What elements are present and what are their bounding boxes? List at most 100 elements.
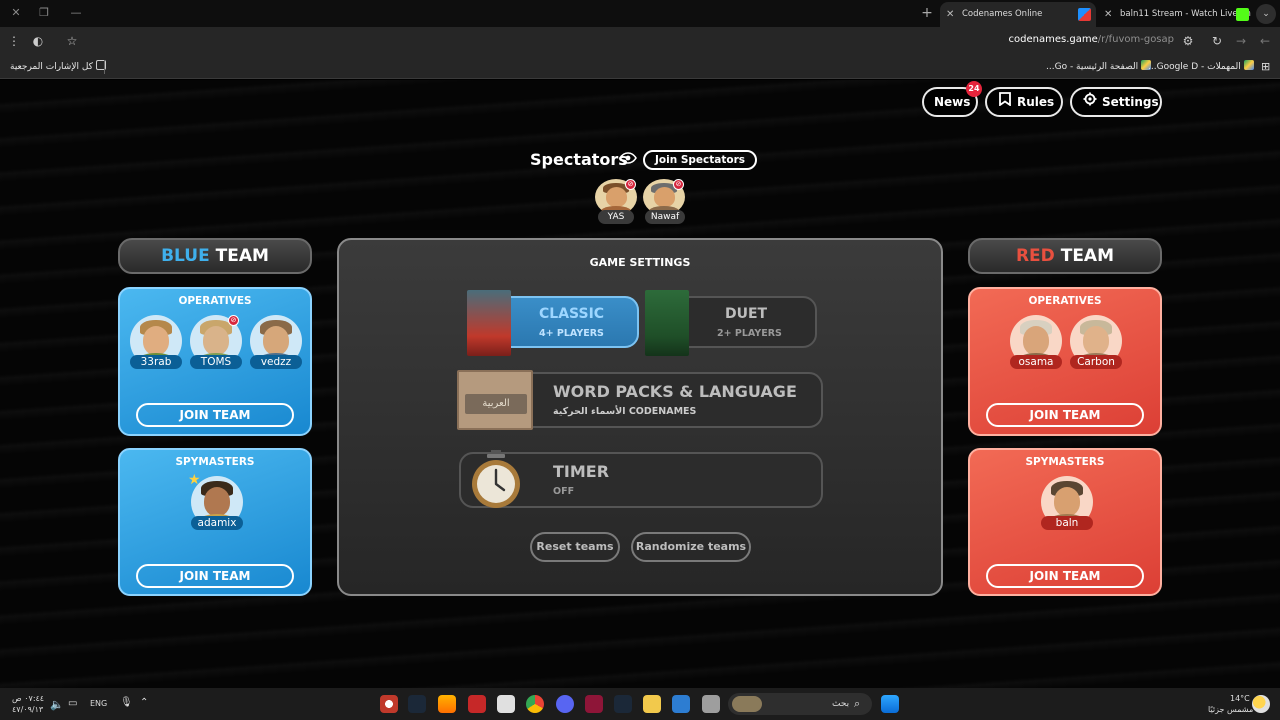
eye-icon	[619, 152, 637, 168]
spectator-name: Nawaf	[645, 210, 685, 224]
drive-icon	[1243, 60, 1254, 70]
reset-teams-button[interactable]: Reset teams	[530, 532, 620, 562]
app-icon[interactable]	[585, 695, 603, 713]
player-name: Carbon	[1070, 355, 1122, 369]
duet-mode-option[interactable]: DUET 2+ PLAYERS	[673, 296, 817, 348]
bookmark-icon	[997, 89, 1013, 115]
bookmark-home[interactable]: الصفحة الرئيسية - Go...	[1046, 60, 1152, 72]
tab-baln-stream[interactable]: ✕ baln11 Stream - Watch Live on	[1098, 2, 1252, 27]
game-settings-title: GAME SETTINGS	[589, 256, 691, 269]
operatives-title: OPERATIVES	[1028, 295, 1102, 307]
store-icon[interactable]	[672, 695, 690, 713]
spectators-title: Spectators	[530, 150, 628, 169]
player-name: adamix	[191, 516, 243, 530]
browser-tab-bar: ✕ ❐ — + ✕ Codenames Online ✕ baln11 Stre…	[0, 0, 1280, 27]
bookmark-star-icon[interactable]: ☆	[64, 33, 80, 49]
gear-icon	[1082, 89, 1098, 115]
language-indicator[interactable]: ENG	[90, 699, 107, 708]
codenames-favicon	[1078, 8, 1091, 21]
player-name: vedzz	[250, 355, 302, 369]
game-lobby: News 24 Rules Settings Spectators Join S…	[0, 80, 1280, 688]
clock-date[interactable]: ٤٧/٠٩/١٣	[12, 705, 43, 714]
spymasters-title: SPYMASTERS	[175, 456, 255, 468]
randomize-teams-button[interactable]: Randomize teams	[631, 532, 751, 562]
join-red-operatives-button[interactable]: JOIN TEAM	[986, 403, 1144, 427]
address-bar: ⋮ ◐ ☆ codenames.game/r/fuvom-gosap ⚙ ↻ →…	[0, 27, 1280, 55]
duet-box-art	[645, 290, 689, 356]
all-bookmarks-folder[interactable]: كل الإشارات المرجعية	[10, 60, 106, 72]
search-highlight-image	[732, 696, 762, 712]
search-icon: ⌕	[854, 697, 861, 710]
restore-window-icon[interactable]: ❐	[34, 4, 54, 22]
discord-icon[interactable]	[556, 695, 574, 713]
url-field[interactable]: codenames.game/r/fuvom-gosap	[1009, 34, 1174, 45]
speaker-icon[interactable]: 🔈	[50, 698, 64, 711]
star-icon: ★	[188, 472, 201, 488]
spectator-name: YAS	[598, 210, 634, 224]
classic-mode-option[interactable]: CLASSIC 4+ PLAYERS	[497, 296, 639, 348]
show-hidden-icons-icon[interactable]: ⌃	[140, 697, 148, 708]
join-spectators-button[interactable]: Join Spectators	[643, 150, 758, 170]
red-spymasters-card: SPYMASTERS baln JOIN TEAM	[968, 448, 1162, 596]
close-tab-icon[interactable]: ✕	[1104, 2, 1112, 27]
clock-time[interactable]: ٠٧:٤٤ ص	[12, 694, 44, 703]
app-icon[interactable]	[438, 695, 456, 713]
bookmark-tasks[interactable]: المهملات - Google D...	[1148, 60, 1254, 72]
blue-operatives-card: OPERATIVES 33rab ⊘ TOMS vedzz JOIN TEAM	[118, 287, 312, 436]
red-team-header: RED TEAM	[968, 238, 1162, 274]
player-name: TOMS	[190, 355, 242, 369]
windows-taskbar: ٠٧:٤٤ ص ٤٧/٠٩/١٣ 🔈 ▭ ENG 🎙 ⌃ بحث ⌕ 14°C …	[0, 688, 1280, 720]
disconnected-icon: ⊘	[625, 179, 636, 190]
extension-icon[interactable]: ◐	[30, 33, 46, 49]
join-red-spymasters-button[interactable]: JOIN TEAM	[986, 564, 1144, 588]
tab-codenames[interactable]: ✕ Codenames Online	[940, 2, 1096, 27]
microphone-icon[interactable]: 🎙	[120, 697, 133, 708]
notepad-icon[interactable]	[497, 695, 515, 713]
stopwatch-icon	[469, 450, 523, 510]
red-operatives-card: OPERATIVES osama Carbon JOIN TEAM	[968, 287, 1162, 436]
operatives-title: OPERATIVES	[178, 295, 252, 307]
app-icon[interactable]	[380, 695, 398, 713]
forward-icon[interactable]: →	[1233, 33, 1249, 49]
minimize-window-icon[interactable]: —	[66, 4, 86, 22]
taskbar-search[interactable]: بحث ⌕	[728, 693, 872, 715]
player-name: osama	[1010, 355, 1062, 369]
steam-icon[interactable]	[614, 695, 632, 713]
weather-temp[interactable]: 14°C	[1230, 694, 1250, 703]
blue-spymasters-card: SPYMASTERS ★ adamix JOIN TEAM	[118, 448, 312, 596]
task-view-icon[interactable]	[702, 695, 720, 713]
chrome-icon[interactable]	[526, 695, 544, 713]
classic-box-art	[467, 290, 511, 356]
news-button[interactable]: News 24	[922, 81, 982, 117]
tab-search-button[interactable]: ⌄	[1256, 4, 1276, 24]
reload-icon[interactable]: ↻	[1209, 33, 1225, 49]
file-explorer-icon[interactable]	[643, 695, 661, 713]
back-icon[interactable]: ←	[1257, 33, 1273, 49]
news-count-badge: 24	[966, 81, 982, 97]
settings-button[interactable]: Settings	[1070, 87, 1162, 117]
network-icon[interactable]: ▭	[68, 698, 77, 709]
game-settings-panel: GAME SETTINGS CLASSIC 4+ PLAYERS DUET 2+…	[337, 238, 943, 596]
join-blue-spymasters-button[interactable]: JOIN TEAM	[136, 564, 294, 588]
steam-icon[interactable]	[408, 695, 426, 713]
player-name: baln	[1041, 516, 1093, 530]
close-tab-icon[interactable]: ✕	[946, 2, 954, 27]
new-tab-button[interactable]: +	[918, 4, 936, 22]
rules-button[interactable]: Rules	[985, 87, 1063, 117]
word-packs-option[interactable]: WORD PACKS & LANGUAGE الأسماء الحركية CO…	[519, 372, 823, 428]
site-settings-icon[interactable]: ⚙	[1180, 33, 1196, 49]
weather-desc[interactable]: مشمس جزئيًا	[1208, 705, 1253, 714]
bookmarks-divider	[104, 60, 105, 74]
blue-team-header: BLUE TEAM	[118, 238, 312, 274]
close-window-icon[interactable]: ✕	[6, 4, 26, 22]
player-name: 33rab	[130, 355, 182, 369]
app-icon[interactable]	[468, 695, 486, 713]
start-icon[interactable]	[881, 695, 899, 713]
disconnected-icon: ⊘	[673, 179, 684, 190]
weather-icon[interactable]	[1252, 695, 1270, 713]
bookmarks-bar: كل الإشارات المرجعية الصفحة الرئيسية - G…	[0, 55, 1280, 79]
browser-menu-icon[interactable]: ⋮	[6, 33, 22, 49]
disconnected-icon: ⊘	[228, 315, 239, 326]
join-blue-operatives-button[interactable]: JOIN TEAM	[136, 403, 294, 427]
apps-grid-icon[interactable]: ⊞	[1261, 60, 1270, 73]
